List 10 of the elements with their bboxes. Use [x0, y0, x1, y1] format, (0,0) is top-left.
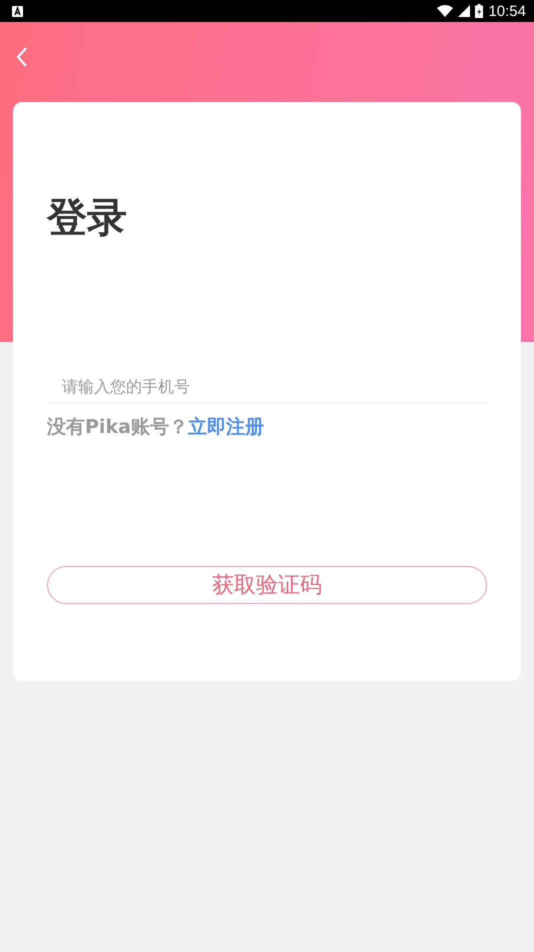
- page-title: 登录: [47, 194, 128, 243]
- clock-time: 10:54: [488, 2, 526, 20]
- register-link[interactable]: 立即注册: [188, 416, 264, 438]
- wifi-icon: [437, 5, 454, 17]
- get-code-button[interactable]: 获取验证码: [47, 566, 487, 604]
- battery-icon: [475, 4, 484, 18]
- signal-icon: [458, 5, 470, 17]
- back-icon[interactable]: [14, 46, 30, 68]
- notification-icon: [12, 6, 23, 16]
- register-prompt: 没有Pika账号？立即注册: [47, 415, 264, 440]
